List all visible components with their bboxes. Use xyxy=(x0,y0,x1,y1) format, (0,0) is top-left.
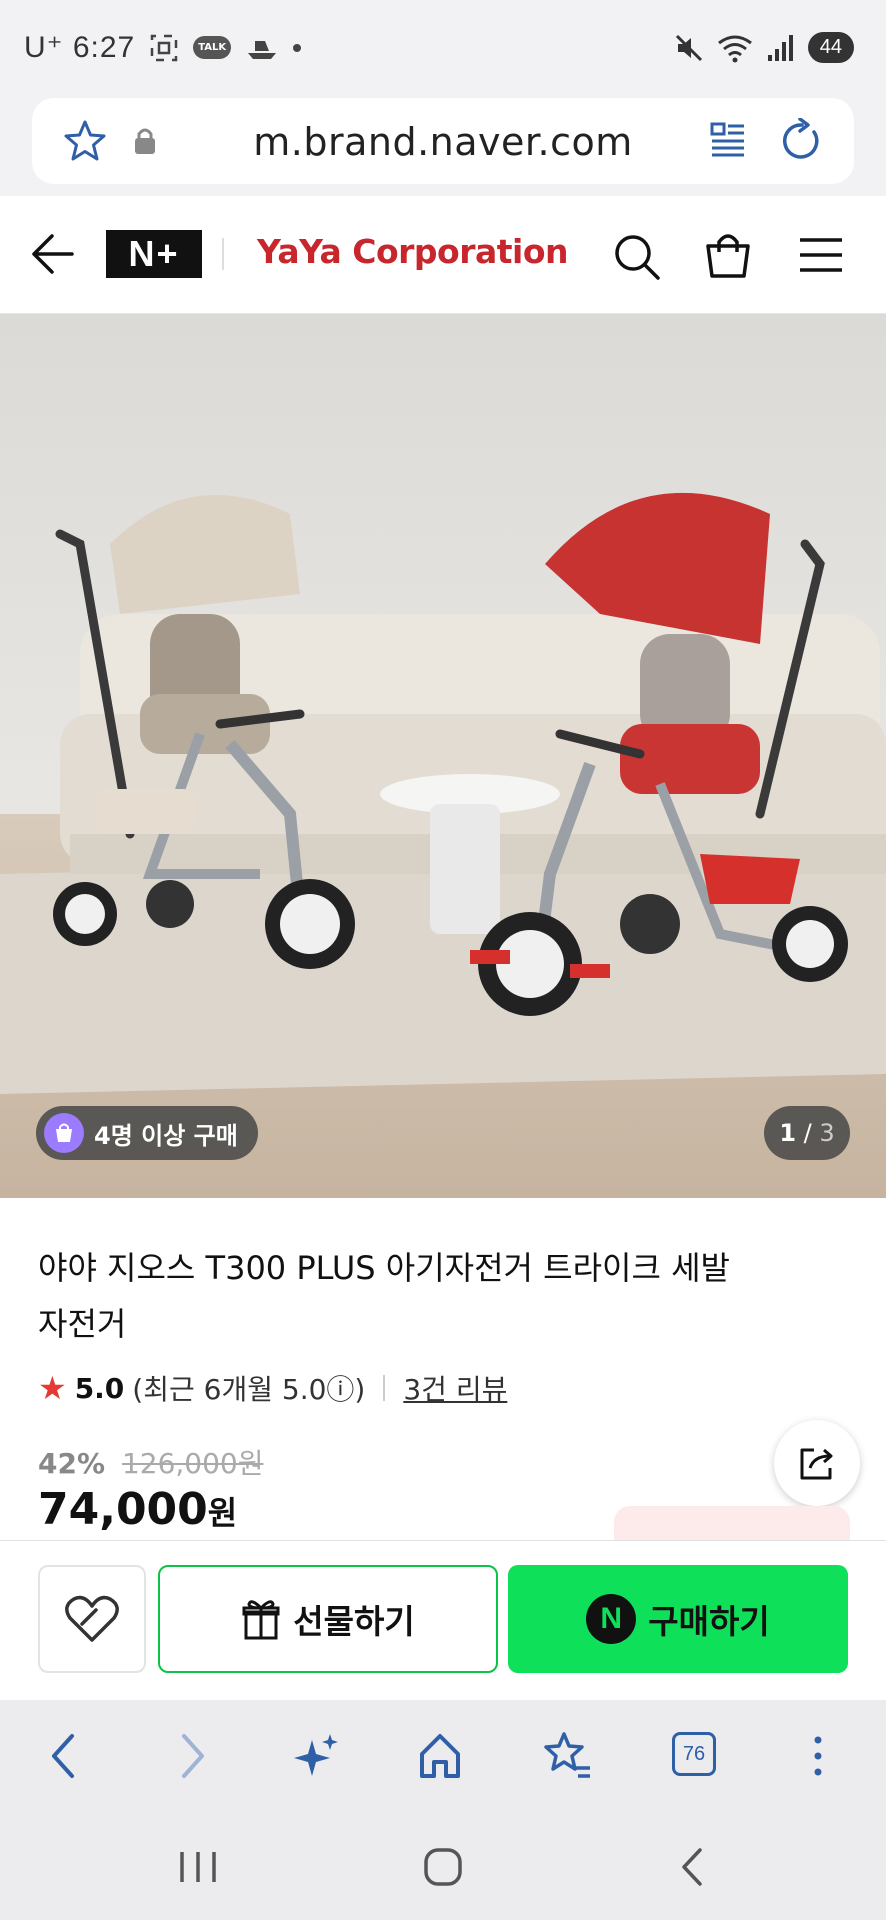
buyer-count-badge: 4명 이상 구매 xyxy=(36,1106,258,1160)
screenshot-icon xyxy=(150,34,178,61)
share-icon xyxy=(800,1448,833,1480)
star-icon: ★ xyxy=(38,1369,67,1407)
review-count-link[interactable]: 3건 리뷰 xyxy=(403,1368,507,1408)
naver-plus-logo[interactable]: N+ xyxy=(106,230,202,278)
more-options-icon[interactable] xyxy=(808,1730,828,1782)
page-separator: / xyxy=(803,1119,812,1147)
browser-back-icon[interactable] xyxy=(44,1730,84,1782)
sale-price: 74,000 xyxy=(38,1484,208,1535)
bookmarks-icon[interactable] xyxy=(542,1730,592,1782)
browser-forward-icon[interactable] xyxy=(172,1730,212,1782)
search-icon[interactable] xyxy=(612,232,662,282)
carrier-label: U⁺ 6:27 xyxy=(24,31,136,64)
rating-divider xyxy=(383,1375,386,1401)
header-divider xyxy=(222,238,224,270)
back-nav-icon[interactable] xyxy=(676,1846,708,1888)
address-bar[interactable]: m.brand.naver.com xyxy=(32,98,854,184)
brand-store-name[interactable]: YaYa Corporation xyxy=(257,232,569,271)
clock: 6:27 xyxy=(72,31,136,64)
browser-toolbar: 76 xyxy=(0,1700,886,1816)
product-image-carousel[interactable] xyxy=(0,314,886,1198)
back-arrow-icon[interactable] xyxy=(30,232,76,276)
signal-icon xyxy=(767,34,793,61)
discount-rate: 42% xyxy=(38,1447,106,1480)
image-page-counter: 1 / 3 xyxy=(764,1106,850,1160)
wifi-icon xyxy=(717,35,752,62)
battery-indicator: 44 xyxy=(807,32,854,63)
wishlist-button[interactable] xyxy=(38,1565,146,1673)
home-nav-icon[interactable] xyxy=(422,1846,464,1888)
product-info: 야야 지오스 T300 PLUS 아기자전거 트라이크 세발자전거 ★ 5.0 … xyxy=(0,1198,886,1540)
status-left: U⁺ 6:27 TALK xyxy=(24,30,302,65)
recent-apps-icon[interactable] xyxy=(176,1846,220,1888)
tabs-button[interactable]: 76 xyxy=(672,1732,716,1776)
total-pages: 3 xyxy=(819,1119,835,1147)
rating-row: ★ 5.0 (최근 6개월 5.0ⓘ) 3건 리뷰 xyxy=(38,1368,507,1408)
boat-icon xyxy=(248,40,277,59)
original-price: 126,000원 xyxy=(121,1447,264,1480)
mute-icon xyxy=(675,34,702,61)
gift-label: 선물하기 xyxy=(293,1602,415,1641)
reload-icon[interactable] xyxy=(778,118,824,164)
gift-icon xyxy=(242,1600,280,1640)
price-row: 74,000원 xyxy=(38,1484,237,1535)
shopping-bag-icon xyxy=(44,1113,84,1153)
status-right: 44 xyxy=(674,32,854,63)
site-header: N+ YaYa Corporation xyxy=(0,196,886,314)
purchase-action-bar: 선물하기 N 구매하기 xyxy=(0,1540,886,1700)
buyer-count-text: 4명 이상 구매 xyxy=(94,1121,238,1150)
notification-dot xyxy=(293,43,302,52)
coupon-banner[interactable] xyxy=(614,1506,850,1540)
current-page: 1 xyxy=(779,1119,797,1147)
system-nav-bar xyxy=(0,1816,886,1920)
cart-icon[interactable] xyxy=(704,230,752,280)
share-button[interactable] xyxy=(774,1420,860,1506)
buy-label: 구매하기 xyxy=(648,1602,770,1641)
recent-rating[interactable]: (최근 6개월 5.0ⓘ) xyxy=(132,1368,365,1408)
npay-icon: N xyxy=(586,1594,637,1644)
discount-row: 42% 126,000원 xyxy=(38,1442,264,1482)
home-icon[interactable] xyxy=(416,1730,464,1782)
tab-count: 76 xyxy=(682,1742,706,1765)
ai-sparkle-icon[interactable] xyxy=(292,1730,340,1782)
gift-button[interactable]: 선물하기 xyxy=(158,1565,498,1673)
product-photo[interactable] xyxy=(0,314,886,1198)
menu-icon[interactable] xyxy=(798,236,844,274)
buy-button[interactable]: N 구매하기 xyxy=(508,1565,848,1673)
heart-icon xyxy=(65,1595,119,1642)
reader-mode-icon[interactable] xyxy=(708,120,748,160)
status-bar: U⁺ 6:27 TALK 44 xyxy=(0,0,886,96)
product-title: 야야 지오스 T300 PLUS 아기자전거 트라이크 세발자전거 xyxy=(38,1249,730,1343)
currency-unit: 원 xyxy=(207,1494,238,1532)
kakaotalk-icon: TALK xyxy=(193,36,232,59)
rating-score: 5.0 xyxy=(74,1371,125,1405)
